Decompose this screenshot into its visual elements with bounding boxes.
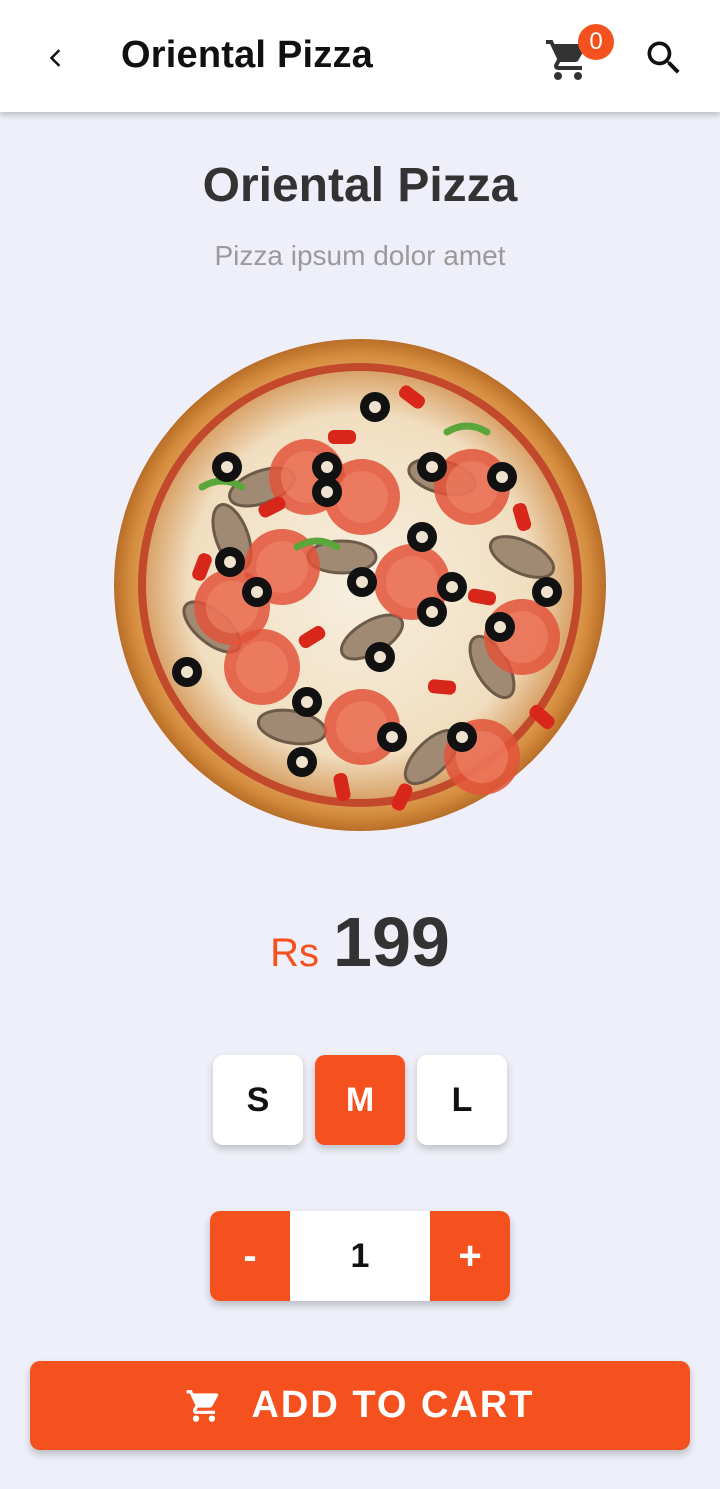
product-title: Oriental Pizza xyxy=(202,159,518,212)
quantity-value: 1 xyxy=(290,1211,430,1301)
cart-icon xyxy=(185,1387,223,1425)
size-m-button[interactable]: M xyxy=(315,1055,405,1145)
search-button[interactable] xyxy=(638,32,690,84)
price-amount: 199 xyxy=(333,903,450,981)
price-currency: Rs xyxy=(270,931,320,975)
cart-button[interactable]: 0 xyxy=(540,24,614,86)
product-description: Pizza ipsum dolor amet xyxy=(214,240,506,271)
decrement-button[interactable]: - xyxy=(210,1211,290,1301)
price: Rs 199 xyxy=(0,902,720,982)
cart-count-badge: 0 xyxy=(578,24,614,60)
chevron-left-icon xyxy=(49,49,61,67)
search-icon xyxy=(647,41,680,74)
size-s-button[interactable]: S xyxy=(213,1055,303,1145)
app-bar: Oriental Pizza 0 xyxy=(0,0,720,112)
app-bar-title: Oriental Pizza xyxy=(121,34,373,76)
add-to-cart-button[interactable]: ADD TO CART xyxy=(30,1361,690,1450)
add-to-cart-label: ADD TO CART xyxy=(251,1384,535,1426)
increment-button[interactable]: + xyxy=(430,1211,510,1301)
pizza-image xyxy=(114,339,606,831)
back-button[interactable] xyxy=(28,30,84,86)
quantity-stepper: - 1 + xyxy=(210,1211,510,1301)
size-l-button[interactable]: L xyxy=(417,1055,507,1145)
